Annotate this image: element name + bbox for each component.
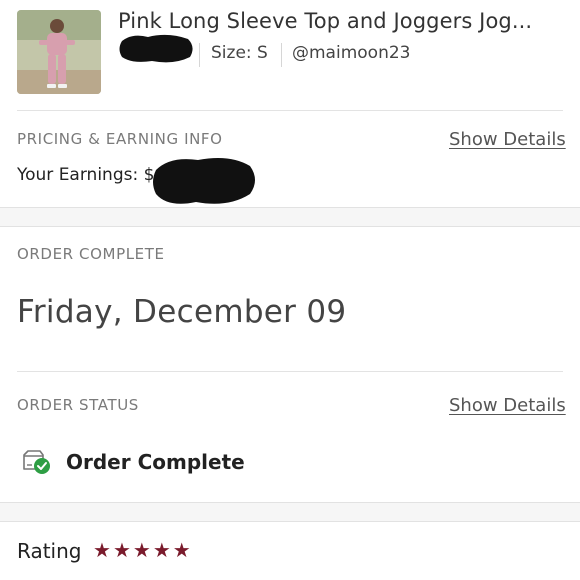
star-icon: ★ bbox=[112, 538, 133, 562]
order-complete-date: Friday, December 09 bbox=[17, 294, 347, 330]
order-status-text: Order Complete bbox=[66, 450, 245, 474]
pricing-show-details-link[interactable]: Show Details bbox=[449, 129, 566, 150]
item-title[interactable]: Pink Long Sleeve Top and Joggers Jog... bbox=[118, 9, 558, 33]
star-icon: ★ bbox=[93, 538, 113, 562]
section-separator bbox=[0, 207, 580, 227]
order-status-show-details-link[interactable]: Show Details bbox=[449, 395, 566, 416]
item-size: Size: S bbox=[211, 43, 268, 63]
pricing-section-label: PRICING & EARNING INFO bbox=[17, 130, 223, 148]
star-icon: ★ bbox=[172, 538, 193, 562]
star-icon: ★ bbox=[132, 538, 153, 562]
package-check-icon bbox=[23, 450, 50, 474]
star-icon: ★ bbox=[152, 538, 173, 562]
order-status-label: ORDER STATUS bbox=[17, 396, 139, 414]
redacted-price bbox=[119, 34, 193, 63]
section-separator bbox=[0, 502, 580, 522]
rating-label: Rating bbox=[17, 539, 82, 563]
separator bbox=[281, 43, 282, 67]
order-complete-label: ORDER COMPLETE bbox=[17, 245, 165, 263]
product-photo bbox=[17, 10, 101, 94]
separator bbox=[199, 43, 200, 67]
product-thumbnail[interactable] bbox=[17, 10, 101, 94]
seller-username[interactable]: @maimoon23 bbox=[292, 43, 410, 63]
divider bbox=[17, 110, 563, 111]
redacted-earnings bbox=[153, 158, 255, 204]
divider bbox=[17, 371, 563, 372]
rating-stars: ★★★★★ bbox=[93, 538, 193, 562]
earnings-label: Your Earnings: $ bbox=[17, 165, 155, 185]
